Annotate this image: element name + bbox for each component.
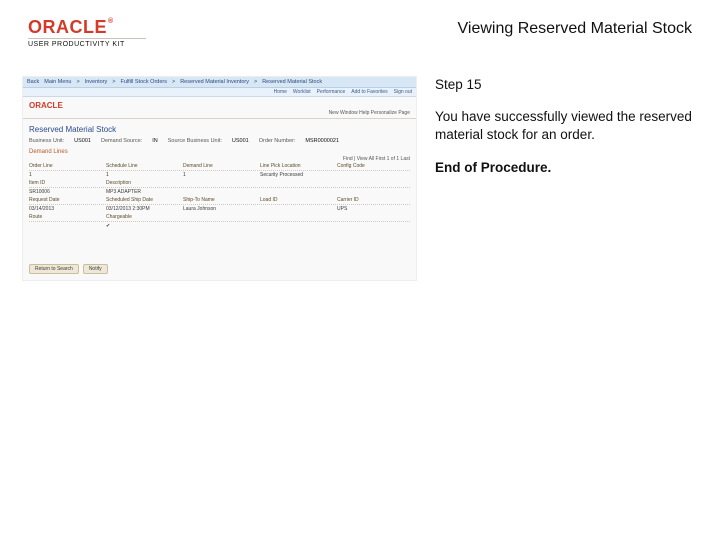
nav-link[interactable]: Sign out xyxy=(394,89,412,95)
cell xyxy=(260,206,333,212)
cell: Laura Johnson xyxy=(183,206,256,212)
field-value: MSR0000021 xyxy=(305,138,339,144)
checkbox-icon: ✔ xyxy=(106,223,179,229)
step-number: Step 15 xyxy=(435,76,692,94)
nav-link[interactable]: Home xyxy=(274,89,287,95)
page-title: Viewing Reserved Material Stock xyxy=(458,18,692,38)
breadcrumb: Back Main Menu > Inventory > Fulfill Sto… xyxy=(23,77,416,88)
step-end: End of Procedure. xyxy=(435,159,692,177)
column-header: Description xyxy=(106,180,179,186)
cell: SR10006 xyxy=(29,189,102,195)
table-row: 1 1 1 Security Processed xyxy=(29,171,410,179)
nav-link[interactable]: Performance xyxy=(317,89,346,95)
field-label: Demand Source: xyxy=(101,138,142,144)
field-label: Business Unit: xyxy=(29,138,64,144)
field-value: IN xyxy=(152,138,158,144)
data-grid: Order Line Schedule Line Demand Line Lin… xyxy=(23,162,416,230)
breadcrumb-item[interactable]: Reserved Material Stock xyxy=(262,79,322,85)
app-brand: ORACLE xyxy=(23,97,416,110)
nav-link[interactable]: Add to Favorites xyxy=(351,89,387,95)
notify-button[interactable]: Notify xyxy=(83,264,108,274)
column-header: Order Line xyxy=(29,163,102,169)
field-label: Order Number: xyxy=(259,138,296,144)
column-header: Scheduled Ship Date xyxy=(106,197,179,203)
cell: Security Processed xyxy=(260,172,333,178)
cell xyxy=(29,223,102,229)
field-value: US001 xyxy=(232,138,249,144)
column-header: Item ID xyxy=(29,180,102,186)
embedded-app-screenshot: Back Main Menu > Inventory > Fulfill Sto… xyxy=(22,76,417,281)
column-header: Carrier ID xyxy=(337,197,410,203)
breadcrumb-item[interactable]: Main Menu xyxy=(44,79,71,85)
app-toolbar: New Window Help Personalize Page xyxy=(23,110,416,119)
table-row: 03/14/2013 03/12/2013 2:30PM Laura Johns… xyxy=(29,205,410,213)
cell xyxy=(337,172,410,178)
breadcrumb-item[interactable]: Back xyxy=(27,79,39,85)
table-row: SR10006 MP3 ADAPTER xyxy=(29,188,410,196)
column-header: Route xyxy=(29,214,102,220)
column-header: Schedule Line xyxy=(106,163,179,169)
return-to-search-button[interactable]: Return to Search xyxy=(29,264,79,274)
top-nav: Home Worklist Performance Add to Favorit… xyxy=(23,88,416,97)
oracle-logo: ORACLE® USER PRODUCTIVITY KIT xyxy=(28,18,146,48)
column-header: Request Date xyxy=(29,197,102,203)
cell: MP3 ADAPTER xyxy=(106,189,179,195)
app-page-heading: Reserved Material Stock xyxy=(23,123,416,138)
section-heading: Demand Lines xyxy=(23,146,416,156)
nav-link[interactable]: Worklist xyxy=(293,89,311,95)
column-header: Config Code xyxy=(337,163,410,169)
column-header: Line Pick Location xyxy=(260,163,333,169)
cell: 1 xyxy=(29,172,102,178)
cell: 03/14/2013 xyxy=(29,206,102,212)
breadcrumb-item[interactable]: Reserved Material Inventory xyxy=(180,79,249,85)
step-body: You have successfully viewed the reserve… xyxy=(435,108,692,144)
field-value: US001 xyxy=(74,138,91,144)
column-header: Demand Line xyxy=(183,163,256,169)
oracle-brand-text: ORACLE xyxy=(28,17,107,37)
cell: 1 xyxy=(106,172,179,178)
cell: 03/12/2013 2:30PM xyxy=(106,206,179,212)
column-header: Ship-To Name xyxy=(183,197,256,203)
registered-mark: ® xyxy=(108,18,114,25)
step-panel: Step 15 You have successfully viewed the… xyxy=(435,76,692,281)
info-row: Business Unit: US001 Demand Source: IN S… xyxy=(23,138,416,146)
upk-subtitle: USER PRODUCTIVITY KIT xyxy=(28,38,146,48)
cell: UPS xyxy=(337,206,410,212)
field-label: Source Business Unit: xyxy=(168,138,222,144)
cell: 1 xyxy=(183,172,256,178)
column-header: Load ID xyxy=(260,197,333,203)
table-row: ✔ xyxy=(29,222,410,230)
column-header: Chargeable xyxy=(106,214,179,220)
breadcrumb-item[interactable]: Inventory xyxy=(85,79,108,85)
breadcrumb-item[interactable]: Fulfill Stock Orders xyxy=(121,79,167,85)
